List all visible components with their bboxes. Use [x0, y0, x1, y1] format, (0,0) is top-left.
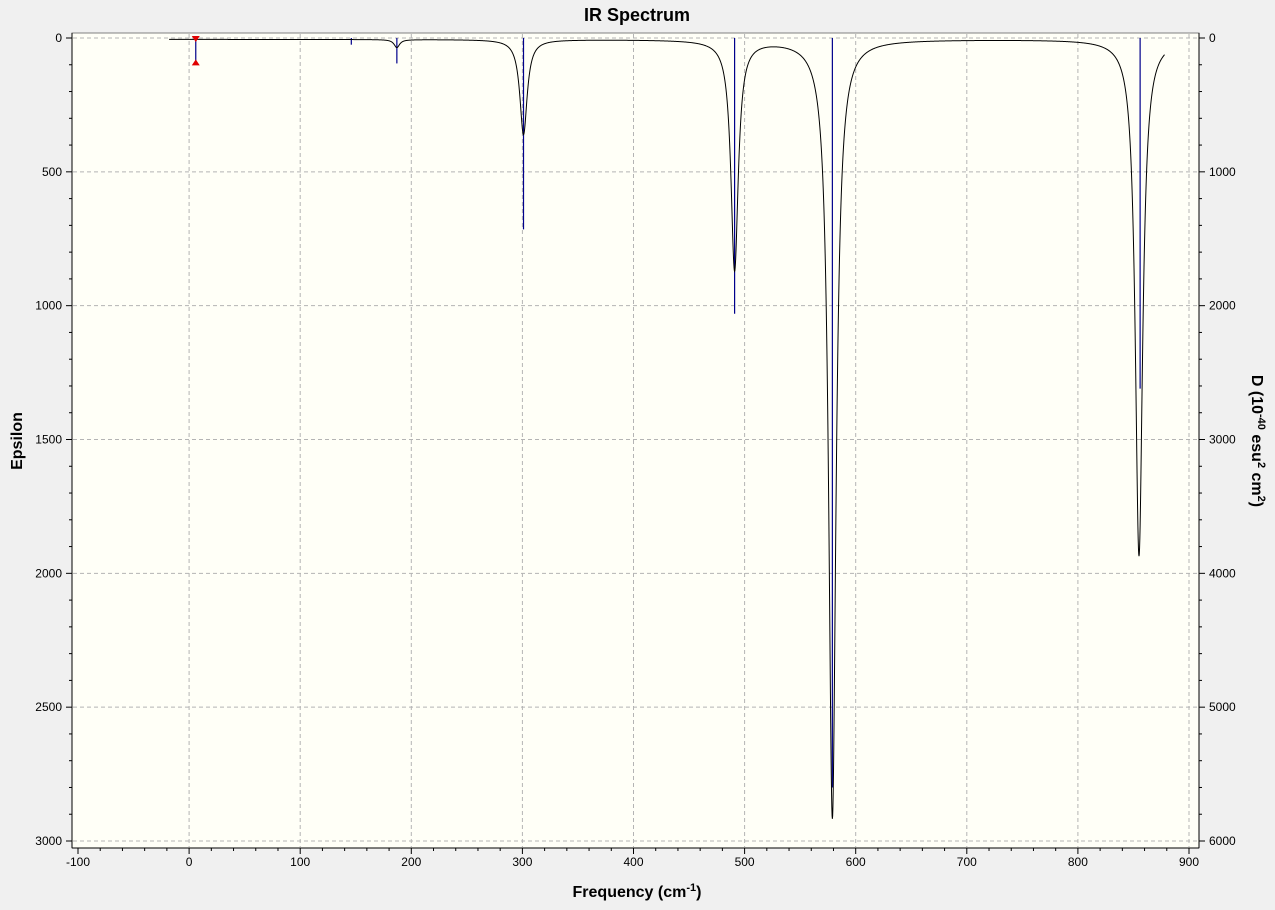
y-right-tick-label: 2000 — [1209, 299, 1236, 313]
y-left-tick-label: 1000 — [35, 299, 62, 313]
x-tick-label: 200 — [401, 855, 421, 869]
x-tick-label: -100 — [66, 855, 90, 869]
y-left-tick-label: 2500 — [35, 700, 62, 714]
x-axis-title: Frequency (cm-1) — [573, 882, 702, 901]
y-right-tick-label: 3000 — [1209, 433, 1236, 447]
y-right-tick-label: 0 — [1209, 31, 1216, 45]
x-tick-label: 400 — [623, 855, 643, 869]
chart-window: -100 0 100 200 300 400 500 600 700 800 900 0 500 1000… — [0, 0, 1275, 905]
y-left-tick-label: 500 — [42, 165, 62, 179]
y-axis-left-title: Epsilon — [9, 412, 26, 470]
y-axis-right-title: D (10-40 esu2 cm2) — [1248, 375, 1267, 507]
y-left-tick-label: 0 — [55, 31, 62, 45]
x-tick-label: 800 — [1068, 855, 1088, 869]
y-right-tick-label: 4000 — [1209, 566, 1236, 580]
x-tick-label: 100 — [290, 855, 310, 869]
plot-area — [71, 32, 1200, 849]
y-right-tick-label: 6000 — [1209, 834, 1236, 848]
ir-spectrum-chart: -100 0 100 200 300 400 500 600 700 800 900 0 500 1000… — [9, 5, 1267, 901]
x-tick-label: 500 — [735, 855, 755, 869]
x-tick-label: 900 — [1179, 855, 1199, 869]
y-left-tick-label: 3000 — [35, 834, 62, 848]
x-tick-label: 600 — [846, 855, 866, 869]
x-tick-label: 0 — [186, 855, 193, 869]
x-tick-label: 700 — [957, 855, 977, 869]
y-left-tick-label: 2000 — [35, 566, 62, 580]
y-left-tick-label: 1500 — [35, 433, 62, 447]
chart-title: IR Spectrum — [584, 5, 690, 25]
y-right-tick-label: 5000 — [1209, 700, 1236, 714]
y-right-tick-label: 1000 — [1209, 165, 1236, 179]
x-tick-label: 300 — [512, 855, 532, 869]
